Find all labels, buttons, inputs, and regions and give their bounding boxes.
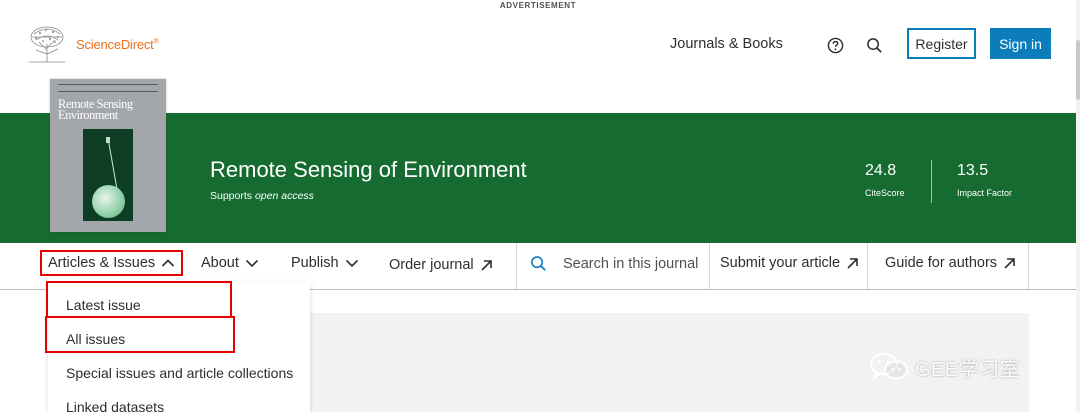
journal-search-placeholder: Search in this journal (563, 255, 699, 272)
help-icon[interactable] (827, 37, 844, 54)
nav-divider (709, 243, 710, 289)
search-icon (531, 256, 546, 271)
external-arrow-icon (847, 257, 858, 269)
chevron-down-icon (345, 259, 358, 268)
journal-search[interactable]: Search in this journal (530, 255, 698, 272)
dropdown-item-special-issues[interactable]: Special issues and article collections (66, 365, 293, 381)
about-menu[interactable]: About (201, 255, 259, 271)
impact-factor-label: Impact Factor (957, 188, 1013, 198)
scrollbar[interactable] (1076, 0, 1080, 412)
highlight-box-latest-issue (46, 281, 232, 318)
register-button[interactable]: Register (907, 28, 976, 59)
impact-factor-value: 13.5 (957, 162, 989, 179)
order-journal-link[interactable]: Order journal (389, 257, 493, 273)
cover-title: Remote Sensing Environment (58, 97, 133, 122)
articles-issues-menu[interactable]: Articles & Issues (40, 250, 184, 276)
watermark: GEE学习室 (869, 352, 1020, 382)
open-access-note: Supports open access (210, 190, 314, 202)
chevron-up-icon (162, 259, 175, 267)
cover-art-circle (92, 185, 125, 218)
external-arrow-icon (481, 259, 492, 271)
about-label: About (201, 255, 239, 271)
dropdown-item-linked-datasets[interactable]: Linked datasets (66, 399, 164, 412)
guide-authors-label: Guide for authors (885, 255, 998, 271)
highlight-box-all-issues (45, 316, 235, 353)
guide-authors-link[interactable]: Guide for authors (885, 255, 1016, 271)
elsevier-tree-icon (24, 24, 70, 64)
nav-divider (867, 243, 868, 289)
impact-factor-metric[interactable]: 13.5 Impact Factor (957, 162, 1012, 198)
open-access-link[interactable]: open access (255, 190, 314, 202)
citescore-label: CiteScore (865, 188, 905, 198)
advertisement-label: ADVERTISEMENT (499, 1, 577, 10)
wechat-icon (870, 353, 908, 381)
chevron-down-icon (245, 259, 258, 268)
publish-label: Publish (291, 255, 339, 271)
logo-text: ScienceDirect® (76, 36, 159, 52)
submit-article-label: Submit your article (720, 255, 841, 271)
external-arrow-icon (1004, 257, 1015, 269)
nav-divider (516, 243, 517, 289)
metric-divider (931, 160, 932, 203)
journal-cover-image[interactable]: Remote Sensing Environment (50, 79, 166, 232)
articles-issues-label: Articles & Issues (48, 255, 156, 271)
nav-divider (1028, 243, 1029, 289)
sign-in-button[interactable]: Sign in (990, 28, 1051, 59)
journal-title[interactable]: Remote Sensing of Environment (210, 157, 527, 183)
order-journal-label: Order journal (389, 257, 474, 273)
search-icon[interactable] (866, 37, 883, 54)
cover-art-dot (106, 137, 110, 143)
scrollbar-thumb[interactable] (1076, 40, 1080, 100)
cover-header-lines (58, 84, 158, 92)
citescore-value: 24.8 (865, 162, 897, 179)
submit-article-link[interactable]: Submit your article (720, 255, 859, 271)
citescore-metric[interactable]: 24.8 CiteScore (865, 162, 905, 198)
sciencedirect-logo[interactable]: ScienceDirect® (24, 24, 159, 64)
journals-books-link[interactable]: Journals & Books (670, 36, 783, 52)
watermark-text: GEE学习室 (915, 358, 1021, 381)
publish-menu[interactable]: Publish (291, 255, 359, 271)
